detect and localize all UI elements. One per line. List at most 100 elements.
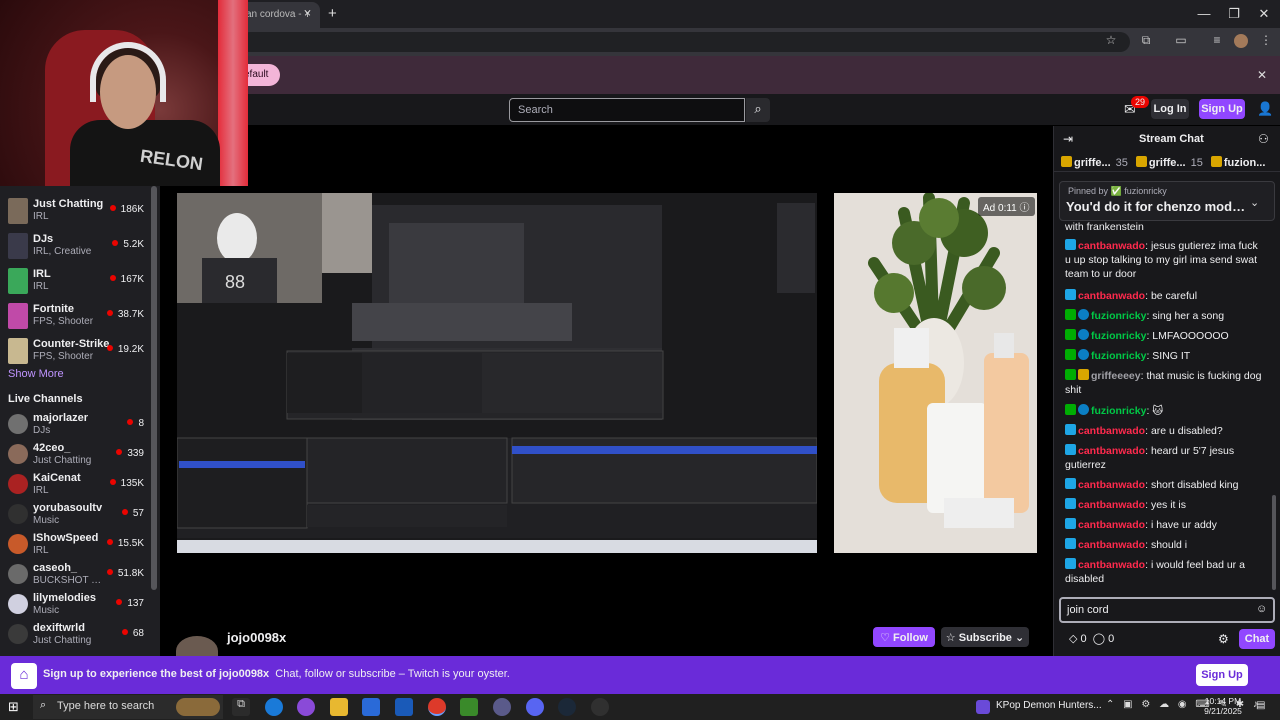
copilot-icon[interactable] bbox=[297, 698, 315, 716]
category-thumbnail bbox=[8, 198, 28, 224]
window-minimize-button[interactable]: — bbox=[1192, 6, 1216, 21]
minecraft-icon[interactable] bbox=[460, 698, 478, 716]
chat-username: cantbanwado bbox=[1078, 240, 1146, 252]
chat-message[interactable]: fuzionricky: sing her a song bbox=[1065, 309, 1265, 323]
taskbar-media-title[interactable]: KPop Demon Hunters... bbox=[996, 700, 1102, 711]
channel-name[interactable]: jojo0098x bbox=[227, 630, 286, 645]
sidebar-category[interactable]: DJs IRL, Creative 5.2K bbox=[0, 231, 150, 261]
sidebar-channel[interactable]: yorubasoultv Music 57 bbox=[0, 500, 150, 530]
media-app-icon[interactable] bbox=[976, 700, 990, 714]
chat-message[interactable]: cantbanwado: jesus gutierez ima fuck u u… bbox=[1065, 239, 1265, 281]
ad-panel[interactable] bbox=[834, 193, 1037, 553]
banner-text-lead: Sign up to experience the best of jojo00… bbox=[43, 668, 270, 680]
chat-scrollbar[interactable] bbox=[1272, 495, 1276, 590]
search-input[interactable]: Search bbox=[509, 98, 745, 122]
chat-message[interactable]: griffeeeey: that music is fucking dog sh… bbox=[1065, 369, 1265, 397]
windows-start-icon[interactable]: ⊞ bbox=[8, 699, 19, 715]
address-bar[interactable] bbox=[240, 32, 1130, 52]
vip-badge-icon bbox=[1078, 404, 1089, 415]
file-explorer-icon[interactable] bbox=[330, 698, 348, 716]
sidebar-channel[interactable]: dexiftwrld Just Chatting 68 bbox=[0, 620, 150, 650]
profile-avatar[interactable] bbox=[1234, 34, 1248, 48]
window-restore-button[interactable]: ❐ bbox=[1222, 6, 1246, 22]
chat-message[interactable]: cantbanwado: yes it is bbox=[1065, 498, 1265, 512]
subscribe-button[interactable]: ☆ Subscribe ⌄ bbox=[941, 627, 1029, 647]
crown-icon bbox=[1210, 156, 1222, 167]
category-thumbnail bbox=[8, 233, 28, 259]
points-icon: ◯ bbox=[1092, 633, 1106, 645]
stream-video[interactable]: 88 bbox=[177, 193, 817, 553]
signup-button[interactable]: Sign Up bbox=[1199, 99, 1245, 119]
tab-close-icon[interactable]: × bbox=[304, 6, 311, 20]
leaderboard-entry[interactable]: griffe... 15 bbox=[1135, 156, 1203, 169]
chat-message[interactable]: fuzionricky: LMFAOOOOOO bbox=[1065, 329, 1265, 343]
channel-points[interactable]: ◇ 0 ◯ 0 bbox=[1069, 632, 1114, 645]
new-tab-button[interactable]: + bbox=[328, 5, 337, 22]
viewer-count: 51.8K bbox=[107, 568, 144, 579]
steam-icon[interactable] bbox=[558, 698, 576, 716]
chat-text: be careful bbox=[1150, 290, 1198, 302]
sidebar-channel[interactable]: KaiCenat IRL 135K bbox=[0, 470, 150, 500]
notification-icon[interactable]: ▤ bbox=[1256, 700, 1265, 711]
chat-message[interactable]: cantbanwado: should i bbox=[1065, 538, 1265, 552]
browser-menu-icon[interactable]: ⋮ bbox=[1257, 33, 1275, 47]
sidebar-channel[interactable]: majorlazer DJs 8 bbox=[0, 410, 150, 440]
banner-signup-button[interactable]: Sign Up bbox=[1196, 664, 1248, 686]
chat-message[interactable]: cantbanwado: heard ur 5'7 jesus gutierre… bbox=[1065, 444, 1265, 472]
taskbar-widget-icon[interactable] bbox=[176, 698, 220, 716]
viewer-count: 167K bbox=[110, 274, 144, 285]
extensions-icon[interactable]: ⧉ bbox=[1137, 33, 1155, 48]
sidebar-category[interactable]: Counter-Strike FPS, Shooter 19.2K bbox=[0, 336, 150, 366]
category-tags: FPS, Shooter bbox=[33, 351, 94, 362]
taskbar-clock[interactable]: 10:14 PM 9/21/2025 bbox=[1198, 696, 1248, 716]
obs-icon[interactable] bbox=[493, 698, 511, 716]
chat-message[interactable]: cantbanwado: short disabled king bbox=[1065, 478, 1265, 492]
prime-badge-icon bbox=[1065, 538, 1076, 549]
stream-video-frame: 88 bbox=[177, 193, 817, 553]
info-bar-button[interactable]: efault bbox=[244, 64, 280, 86]
info-icon[interactable]: ⓘ bbox=[1020, 203, 1030, 214]
edge-icon[interactable] bbox=[265, 698, 283, 716]
chat-settings-icon[interactable]: ⚙ bbox=[1218, 632, 1229, 646]
leaderboard-entry[interactable]: griffe... 35 bbox=[1061, 156, 1128, 169]
outlook-icon[interactable] bbox=[395, 698, 413, 716]
login-button[interactable]: Log In bbox=[1151, 99, 1189, 119]
discord-icon[interactable] bbox=[526, 698, 544, 716]
follow-button[interactable]: ♡ Follow bbox=[873, 627, 935, 647]
chat-users-icon[interactable]: ⚇ bbox=[1258, 132, 1269, 146]
sidebar-scrollbar[interactable] bbox=[151, 186, 157, 590]
chat-input[interactable]: join cord bbox=[1059, 597, 1275, 623]
emote-picker-icon[interactable]: ☺ bbox=[1256, 603, 1267, 615]
cast-icon[interactable]: ▭ bbox=[1172, 33, 1190, 47]
sidebar-category[interactable]: Fortnite FPS, Shooter 38.7K bbox=[0, 301, 150, 331]
store-icon[interactable] bbox=[362, 698, 380, 716]
task-view-icon[interactable]: ⧉ bbox=[232, 698, 250, 716]
channel-category: Just Chatting bbox=[33, 635, 92, 646]
bookmark-star-icon[interactable]: ☆ bbox=[1102, 33, 1120, 47]
chat-message[interactable]: fuzionricky: SING IT bbox=[1065, 349, 1265, 363]
sidebar-channel[interactable]: caseoh_BUCKSHOT ROULETTE 51.8K bbox=[0, 560, 150, 590]
sidebar-category[interactable]: IRL IRL 167K bbox=[0, 266, 150, 296]
chat-message[interactable]: fuzionricky: 🐱 bbox=[1065, 404, 1265, 418]
user-icon[interactable]: 👤 bbox=[1257, 101, 1273, 117]
info-bar-close-icon[interactable]: ✕ bbox=[1257, 68, 1267, 82]
search-icon[interactable]: ⌕ bbox=[746, 98, 770, 122]
chat-message[interactable]: cantbanwado: i have ur addy bbox=[1065, 518, 1265, 532]
chat-message[interactable]: cantbanwado: be careful bbox=[1065, 289, 1265, 303]
media-controls-icon[interactable]: ≡ bbox=[1208, 33, 1226, 47]
chat-message[interactable]: cantbanwado: i would feel bad ur a disab… bbox=[1065, 558, 1265, 586]
window-close-button[interactable]: ✕ bbox=[1252, 6, 1276, 22]
sidebar-channel[interactable]: lilymelodies Music 137 bbox=[0, 590, 150, 620]
chrome-icon[interactable] bbox=[428, 698, 446, 716]
collapse-chat-icon[interactable]: ⇥ bbox=[1063, 132, 1073, 146]
sidebar-category[interactable]: Just Chatting IRL 186K bbox=[0, 196, 150, 226]
chat-send-button[interactable]: Chat bbox=[1239, 629, 1275, 649]
chevron-down-icon[interactable]: ⌄ bbox=[1250, 196, 1259, 209]
sidebar-channel[interactable]: 42ceo_ Just Chatting 339 bbox=[0, 440, 150, 470]
sidebar-channel[interactable]: IShowSpeed IRL 15.5K bbox=[0, 530, 150, 560]
show-more-link[interactable]: Show More bbox=[8, 368, 64, 380]
chat-username: cantbanwado bbox=[1078, 559, 1146, 571]
app-icon[interactable] bbox=[591, 698, 609, 716]
leaderboard-entry[interactable]: fuzion... bbox=[1210, 156, 1265, 169]
chat-message[interactable]: cantbanwado: are u disabled? bbox=[1065, 424, 1265, 438]
